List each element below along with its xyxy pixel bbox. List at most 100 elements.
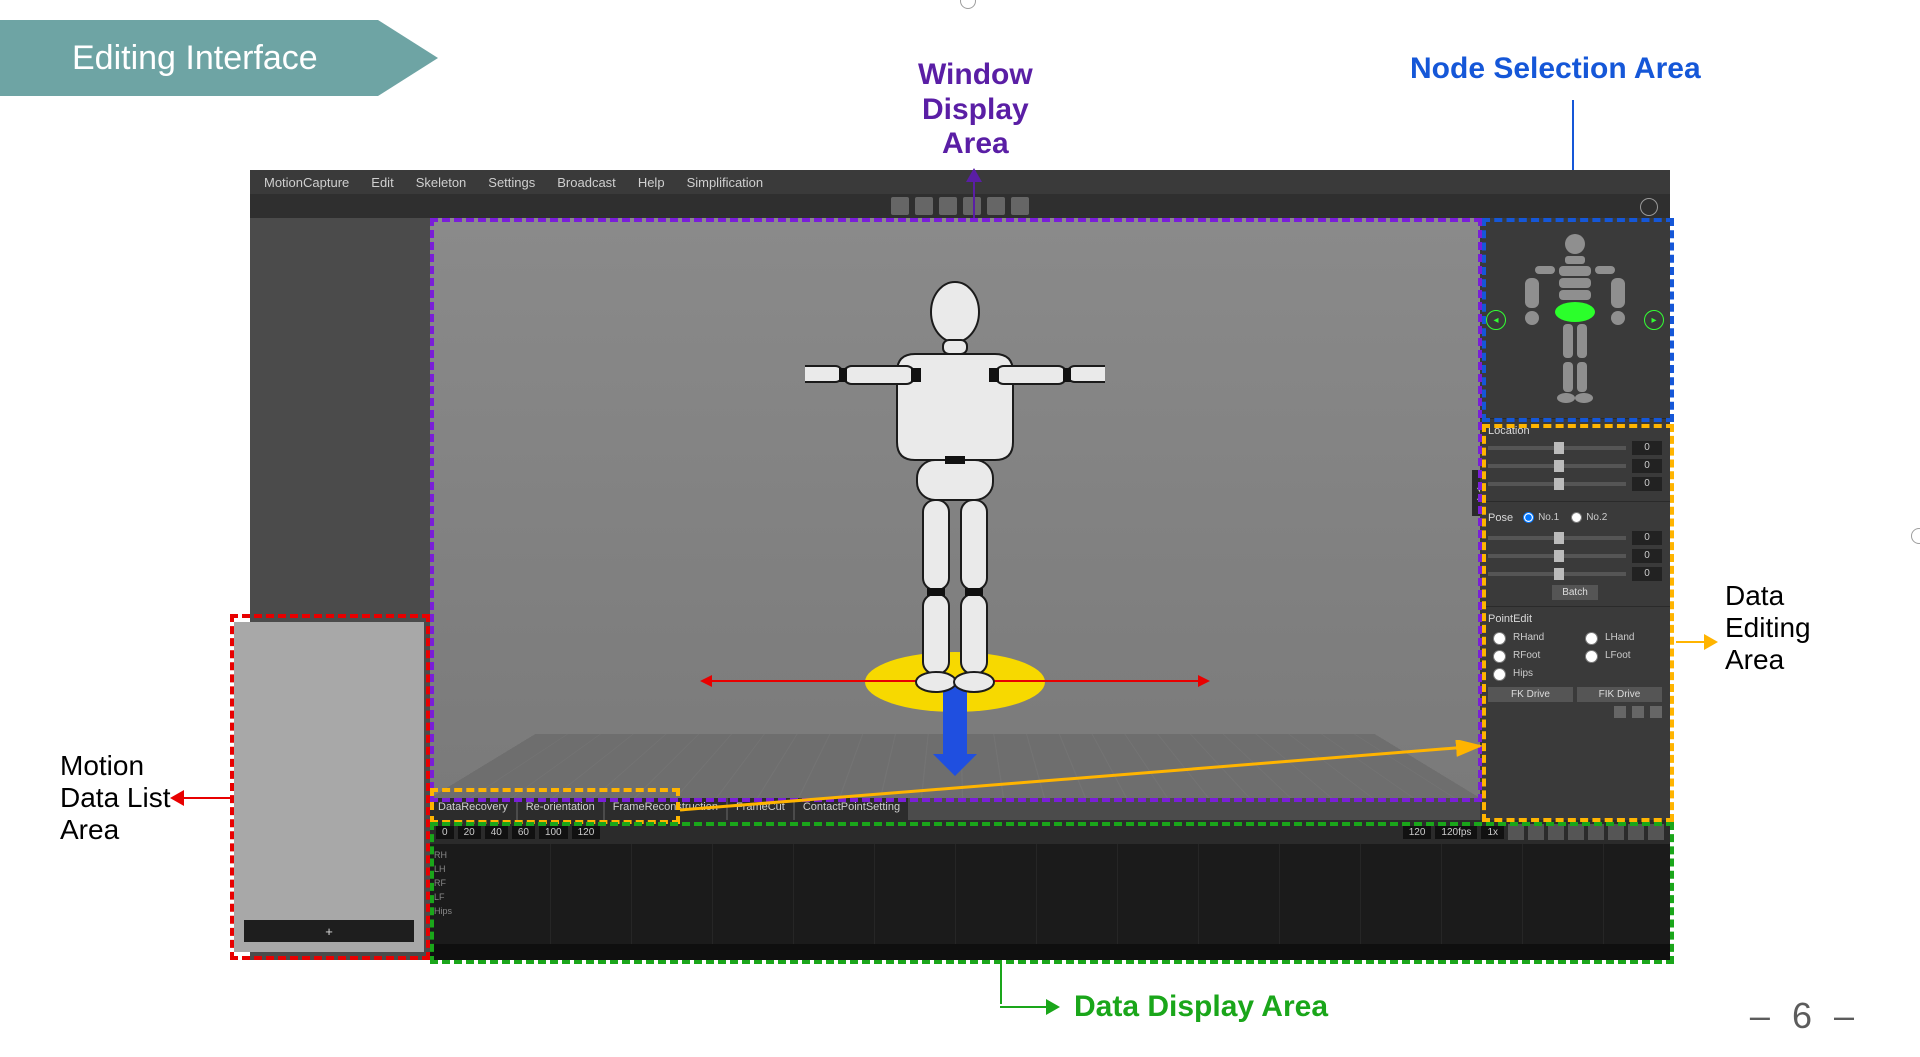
slide-handle-top <box>960 0 976 9</box>
fik-drive-button[interactable]: FIK Drive <box>1577 687 1662 702</box>
fk-drive-button[interactable]: FK Drive <box>1488 687 1573 702</box>
pe-rhand-radio[interactable] <box>1493 632 1506 645</box>
menu-settings[interactable]: Settings <box>488 175 535 190</box>
toolbar-globe-icon[interactable] <box>1011 197 1029 215</box>
timeline-tick-20: 20 <box>458 826 481 839</box>
node-next-button[interactable]: ▸ <box>1644 310 1664 330</box>
play-icon[interactable] <box>1608 824 1624 840</box>
location-section: Location 0 0 0 <box>1480 418 1670 501</box>
pose-y-slider[interactable]: 0 <box>1488 549 1662 563</box>
pe-rhand-label: RHand <box>1513 632 1544 643</box>
step-forward-icon[interactable] <box>1628 824 1644 840</box>
timeline-ruler[interactable] <box>470 844 1670 944</box>
track-rh: RH <box>430 848 470 862</box>
timeline-fps[interactable]: 120fps <box>1435 826 1477 839</box>
banner-arrow-icon <box>378 20 438 96</box>
pe-lhand[interactable]: LHand <box>1580 629 1662 645</box>
menu-help[interactable]: Help <box>638 175 665 190</box>
pe-hips[interactable]: Hips <box>1488 665 1570 681</box>
operation-tabs: DataRecovery Re-orientation FrameReconst… <box>430 798 908 820</box>
timeline-body[interactable]: RH LH RF LF Hips <box>430 844 1670 944</box>
toolbar-grid-icon[interactable] <box>891 197 909 215</box>
pose-z-value[interactable]: 0 <box>1632 567 1662 581</box>
pe-lfoot-label: LFoot <box>1605 650 1631 661</box>
timeline-tick-120: 120 <box>572 826 601 839</box>
arrow-data-display-connector <box>1000 964 1002 1004</box>
tab-contactpointsetting[interactable]: ContactPointSetting <box>795 798 908 820</box>
undo-icon[interactable] <box>1614 706 1626 718</box>
menu-broadcast[interactable]: Broadcast <box>557 175 616 190</box>
menu-simplification[interactable]: Simplification <box>687 175 764 190</box>
location-y-value[interactable]: 0 <box>1632 459 1662 473</box>
mannequin-figure[interactable] <box>805 278 1105 698</box>
pe-lfoot[interactable]: LFoot <box>1580 647 1662 663</box>
timeline-toolbar: 0 20 40 60 100 120 120 120fps 1x <box>430 820 1670 844</box>
cut-icon[interactable] <box>1508 824 1524 840</box>
pe-lfoot-radio[interactable] <box>1585 650 1598 663</box>
pe-hips-label: Hips <box>1513 668 1533 679</box>
pose-y-value[interactable]: 0 <box>1632 549 1662 563</box>
play-back-icon[interactable] <box>1588 824 1604 840</box>
toolbar-connect-icon[interactable] <box>915 197 933 215</box>
loop-icon[interactable] <box>1528 824 1544 840</box>
step-back-icon[interactable] <box>1568 824 1584 840</box>
menu-edit[interactable]: Edit <box>371 175 393 190</box>
tab-framereconstruction[interactable]: FrameReconstruction <box>605 798 726 820</box>
location-x-slider[interactable]: 0 <box>1488 441 1662 455</box>
pe-hips-radio[interactable] <box>1493 668 1506 681</box>
timeline-start-field[interactable]: 0 <box>436 826 454 839</box>
timeline-track-labels: RH LH RF LF Hips <box>430 844 470 944</box>
pose-radio-1[interactable]: No.1 <box>1523 512 1559 523</box>
timeline-scrollbar[interactable] <box>430 944 1670 960</box>
timeline-tick-60: 60 <box>512 826 535 839</box>
callout-node-selection-label: Node Selection Area <box>1410 52 1701 87</box>
tab-reorientation[interactable]: Re-orientation <box>518 798 603 820</box>
location-x-value[interactable]: 0 <box>1632 441 1662 455</box>
node-prev-button[interactable]: ◂ <box>1486 310 1506 330</box>
track-lh: LH <box>430 862 470 876</box>
pose-z-slider[interactable]: 0 <box>1488 567 1662 581</box>
pose-radio-2-input[interactable] <box>1571 512 1582 523</box>
viewport-3d[interactable] <box>430 218 1480 798</box>
motion-list-add-button[interactable]: + <box>244 920 414 942</box>
pose-radio-2[interactable]: No.2 <box>1571 512 1607 523</box>
pe-rfoot-label: RFoot <box>1513 650 1540 661</box>
track-hips: Hips <box>430 904 470 918</box>
arrow-window-display <box>966 168 982 218</box>
skip-start-icon[interactable] <box>1548 824 1564 840</box>
callout-data-display: Data Display Area <box>1000 990 1328 1025</box>
triangle-right-icon: ▸ <box>1651 315 1656 326</box>
batch-button[interactable]: Batch <box>1552 585 1598 600</box>
callout-data-display-label: Data Display Area <box>1074 990 1328 1025</box>
pose-radio-1-input[interactable] <box>1523 512 1534 523</box>
refresh-icon[interactable] <box>1650 706 1662 718</box>
pose-radio-2-label: No.2 <box>1586 512 1607 523</box>
pose-x-slider[interactable]: 0 <box>1488 531 1662 545</box>
toolbar-target-icon[interactable] <box>939 197 957 215</box>
redo-icon[interactable] <box>1632 706 1644 718</box>
callout-motion-data-list: Motion Data List Area <box>60 750 171 847</box>
tab-framecut[interactable]: FrameCut <box>728 798 793 820</box>
track-rf: RF <box>430 876 470 890</box>
tab-datarecovery[interactable]: DataRecovery <box>430 798 516 820</box>
node-skeleton-icon[interactable] <box>1515 228 1635 408</box>
location-y-slider[interactable]: 0 <box>1488 459 1662 473</box>
pe-rfoot[interactable]: RFoot <box>1488 647 1570 663</box>
pose-x-value[interactable]: 0 <box>1632 531 1662 545</box>
skip-end-icon[interactable] <box>1648 824 1664 840</box>
timeline-panel: 0 20 40 60 100 120 120 120fps 1x <box>430 820 1670 960</box>
app-window: MotionCapture Edit Skeleton Settings Bro… <box>250 170 1670 960</box>
toolbar-world-icon[interactable] <box>1640 198 1658 216</box>
menu-skeleton[interactable]: Skeleton <box>416 175 467 190</box>
pe-lhand-radio[interactable] <box>1585 632 1598 645</box>
menu-motioncapture[interactable]: MotionCapture <box>264 175 349 190</box>
arrow-motion-data-list <box>170 790 230 806</box>
timeline-speed[interactable]: 1x <box>1481 826 1504 839</box>
callout-window-display-label: Window Display Area <box>918 58 1033 162</box>
pe-rhand[interactable]: RHand <box>1488 629 1570 645</box>
timeline-end-field[interactable]: 120 <box>1403 826 1432 839</box>
pe-rfoot-radio[interactable] <box>1493 650 1506 663</box>
location-z-slider[interactable]: 0 <box>1488 477 1662 491</box>
location-z-value[interactable]: 0 <box>1632 477 1662 491</box>
toolbar-add-icon[interactable] <box>987 197 1005 215</box>
